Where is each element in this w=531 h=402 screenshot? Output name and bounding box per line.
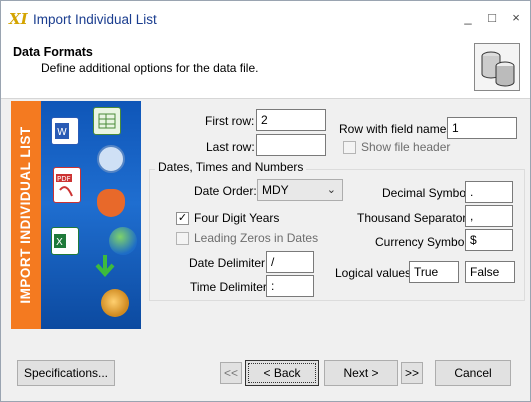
date-order-label: Date Order: <box>194 184 257 198</box>
first-row-input[interactable]: 2 <box>256 109 326 131</box>
svg-text:X: X <box>56 237 63 248</box>
cancel-button[interactable]: Cancel <box>435 360 511 386</box>
field-names-label: Row with field names: <box>339 122 456 136</box>
next-button[interactable]: Next > <box>324 360 398 386</box>
currency-symbol-input[interactable]: $ <box>465 229 513 251</box>
currency-symbol-label: Currency Symbol: <box>375 235 471 249</box>
last-row-input[interactable] <box>256 134 326 156</box>
time-delimiter-label: Time Delimiter: <box>190 280 271 294</box>
title-bar: XI Import Individual List _ □ × <box>1 1 530 37</box>
show-header-box[interactable] <box>343 140 356 154</box>
four-digit-years-label: Four Digit Years <box>194 211 280 225</box>
import-sidebar: IMPORT INDIVIDUAL LIST W PDF X <box>11 101 141 329</box>
page-header: Data Formats Define additional options f… <box>1 37 530 99</box>
field-names-input[interactable]: 1 <box>447 117 517 139</box>
spreadsheet-icon <box>93 107 121 135</box>
last-row-label: Last row: <box>206 140 255 154</box>
import-dialog: XI Import Individual List _ □ × Data For… <box>0 0 531 402</box>
sidebar-banner-text: IMPORT INDIVIDUAL LIST <box>18 126 33 304</box>
thousand-separator-input[interactable]: , <box>465 205 513 227</box>
show-header-label: Show file header <box>361 140 451 154</box>
window-controls: _ □ × <box>462 10 522 25</box>
word-icon: W <box>51 117 79 145</box>
chevron-down-icon: ⌄ <box>326 184 336 196</box>
tools-icon <box>101 289 129 317</box>
first-row-label: First row: <box>205 114 255 128</box>
compass-icon <box>97 145 125 173</box>
date-order-value: MDY <box>262 183 289 197</box>
page-title: Data Formats <box>13 45 93 59</box>
logical-false-input[interactable]: False <box>465 261 515 283</box>
file-types-panel: W PDF X <box>41 101 141 329</box>
leading-zeros-checkbox[interactable]: Leading Zeros in Dates <box>176 231 318 245</box>
leading-zeros-box[interactable] <box>176 231 189 245</box>
sidebar-banner: IMPORT INDIVIDUAL LIST <box>11 101 41 329</box>
download-arrow-icon <box>91 253 119 281</box>
excel-icon: X <box>51 227 79 255</box>
maximize-button[interactable]: □ <box>486 10 498 25</box>
window-title: Import Individual List <box>33 12 157 27</box>
specifications-button[interactable]: Specifications... <box>17 360 115 386</box>
last-page-button[interactable]: >> <box>401 362 423 384</box>
thousand-separator-label: Thousand Separator: <box>357 211 470 225</box>
first-page-button[interactable]: << <box>220 362 242 384</box>
close-button[interactable]: × <box>510 10 522 25</box>
date-order-select[interactable]: MDY ⌄ <box>257 179 343 201</box>
logical-values-label: Logical values: <box>335 266 415 280</box>
fox-icon <box>97 189 125 217</box>
back-button[interactable]: < Back <box>245 360 319 386</box>
database-icon <box>474 43 520 91</box>
svg-text:W: W <box>57 127 67 138</box>
four-digit-years-box[interactable]: ✓ <box>176 211 189 225</box>
svg-text:PDF: PDF <box>57 175 71 183</box>
decimal-symbol-input[interactable]: . <box>465 181 513 203</box>
date-delimiter-input[interactable]: / <box>266 251 314 273</box>
four-digit-years-checkbox[interactable]: ✓ Four Digit Years <box>176 211 279 225</box>
date-delimiter-label: Date Delimiter: <box>189 256 269 270</box>
minimize-button[interactable]: _ <box>462 10 474 25</box>
decimal-symbol-label: Decimal Symbol: <box>382 186 473 200</box>
pdf-icon: PDF <box>53 167 81 203</box>
logical-true-input[interactable]: True <box>409 261 459 283</box>
globe-icon <box>109 227 137 255</box>
leading-zeros-label: Leading Zeros in Dates <box>194 231 319 245</box>
page-subtitle: Define additional options for the data f… <box>41 61 259 75</box>
show-header-checkbox[interactable]: Show file header <box>343 140 450 154</box>
time-delimiter-input[interactable]: : <box>266 275 314 297</box>
app-icon: XI <box>9 10 28 28</box>
dates-group-title: Dates, Times and Numbers <box>155 160 307 174</box>
